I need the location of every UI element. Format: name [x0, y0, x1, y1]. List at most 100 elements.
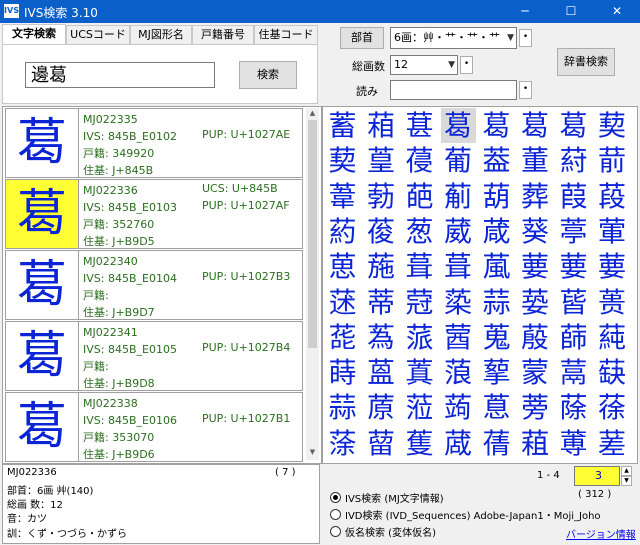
- kanji-cell[interactable]: 蒜: [325, 390, 360, 425]
- kanji-cell[interactable]: 葺: [402, 249, 437, 284]
- kanji-cell[interactable]: 蒊: [325, 320, 360, 355]
- kanji-cell[interactable]: 葜: [325, 143, 360, 178]
- kanji-cell[interactable]: 蒔: [325, 355, 360, 390]
- kanji-cell[interactable]: 蒐: [479, 320, 514, 355]
- kanji-cell[interactable]: 蒜: [479, 285, 514, 320]
- kanji-cell[interactable]: 葽: [595, 249, 630, 284]
- kanji-cell[interactable]: 蒖: [402, 355, 437, 390]
- kanji-cell[interactable]: 蒆: [518, 285, 553, 320]
- kanji-cell[interactable]: 蒍: [364, 320, 399, 355]
- kanji-cell[interactable]: 蒨: [479, 426, 514, 461]
- maximize-button[interactable]: ☐: [548, 0, 594, 23]
- kanji-cell[interactable]: 葧: [364, 179, 399, 214]
- kanji-cell[interactable]: 葢: [479, 143, 514, 178]
- list-item[interactable]: 葛 MJ022336 IVS: 845B_E0103 戸籍: 352760 住基…: [5, 179, 303, 249]
- kanji-cell[interactable]: 蒒: [556, 320, 591, 355]
- radical-button[interactable]: 部首: [340, 27, 384, 49]
- kanji-cell[interactable]: 葮: [595, 179, 630, 214]
- kanji-cell[interactable]: 葛: [440, 108, 476, 143]
- kanji-cell[interactable]: 葯: [325, 214, 360, 249]
- kanji-cell[interactable]: 蒚: [556, 355, 591, 390]
- kanji-cell[interactable]: 蒪: [556, 426, 591, 461]
- kanji-cell[interactable]: 葰: [364, 214, 399, 249]
- kanji-cell[interactable]: 葽: [556, 249, 591, 284]
- list-item[interactable]: 葛 MJ022340 IVS: 845B_E0104 戸籍: 住基: J+B9D…: [5, 250, 303, 320]
- kanji-cell[interactable]: 葠: [402, 143, 437, 178]
- kanji-cell[interactable]: 葳: [441, 214, 476, 249]
- scrollbar-thumb[interactable]: [308, 120, 317, 348]
- kanji-cell[interactable]: 葴: [479, 214, 514, 249]
- kanji-cell[interactable]: 葬: [518, 179, 553, 214]
- minimize-button[interactable]: ─: [502, 0, 548, 23]
- close-button[interactable]: ✕: [594, 0, 640, 23]
- search-input[interactable]: 邊葛: [25, 62, 215, 88]
- kanji-cell[interactable]: 葹: [364, 249, 399, 284]
- strokes-select[interactable]: 12 ▼: [390, 55, 458, 75]
- kanji-cell[interactable]: 葭: [556, 179, 591, 214]
- kanji-cell[interactable]: 葛: [556, 108, 591, 143]
- kanji-cell[interactable]: 蒞: [402, 390, 437, 425]
- mode-kana-radio[interactable]: 仮名検索 (変体仮名): [330, 524, 436, 539]
- tab-mj-glyph-name[interactable]: MJ図形名: [130, 25, 192, 44]
- list-item[interactable]: 葛 MJ022338 IVS: 845B_E0106 戸籍: 353070 住基…: [5, 392, 303, 462]
- kanji-cell[interactable]: 葙: [364, 108, 399, 143]
- kanji-cell[interactable]: 蒟: [441, 390, 476, 425]
- kanji-cell[interactable]: 葸: [325, 249, 360, 284]
- version-info-link[interactable]: バージョン情報: [566, 526, 636, 541]
- scroll-up-icon[interactable]: ▲: [307, 109, 318, 117]
- kanji-cell[interactable]: 蒛: [595, 355, 630, 390]
- strokes-clear-button[interactable]: •: [460, 56, 473, 74]
- page-up-icon[interactable]: ▲: [621, 466, 632, 476]
- kanji-cell[interactable]: 蒗: [441, 355, 476, 390]
- kanji-cell[interactable]: 葚: [402, 108, 437, 143]
- kanji-cell[interactable]: 蒅: [441, 285, 476, 320]
- kanji-cell[interactable]: 蒣: [595, 390, 630, 425]
- kanji-cell[interactable]: 葱: [402, 214, 437, 249]
- kanji-cell[interactable]: 蒝: [364, 390, 399, 425]
- kanji-cell[interactable]: 蒁: [325, 285, 360, 320]
- tab-juki-code[interactable]: 住基コード: [254, 25, 318, 44]
- dictionary-search-button[interactable]: 辞書検索: [557, 48, 615, 76]
- page-down-icon[interactable]: ▼: [621, 476, 632, 486]
- kanji-cell[interactable]: 葩: [402, 179, 437, 214]
- kanji-cell[interactable]: 葥: [595, 143, 630, 178]
- kanji-cell[interactable]: 蒉: [595, 285, 630, 320]
- kanji-cell[interactable]: 葽: [518, 249, 553, 284]
- kanji-cell[interactable]: 蒄: [402, 285, 437, 320]
- kanji-cell[interactable]: 蒏: [441, 320, 476, 355]
- kanji-cell[interactable]: 蒂: [364, 285, 399, 320]
- kanji-cell[interactable]: 蒎: [402, 320, 437, 355]
- mode-ivd-radio[interactable]: IVD検索 (IVD_Sequences) Adobe-Japan1・Moji_…: [330, 507, 601, 522]
- kanji-cell[interactable]: 葪: [441, 179, 476, 214]
- page-number-input[interactable]: 3: [574, 466, 620, 486]
- kanji-cell[interactable]: 蒕: [364, 355, 399, 390]
- tab-koseki-number[interactable]: 戸籍番号: [192, 25, 254, 44]
- search-button[interactable]: 検索: [239, 61, 297, 89]
- kanji-cell[interactable]: 蒠: [479, 390, 514, 425]
- list-item[interactable]: 葛 MJ022341 IVS: 845B_E0105 戸籍: 住基: J+B9D…: [5, 321, 303, 391]
- radical-clear-button[interactable]: •: [519, 29, 532, 47]
- kanji-cell[interactable]: 董: [518, 143, 553, 178]
- kanji-cell[interactable]: 葶: [556, 214, 591, 249]
- reading-input[interactable]: [390, 80, 517, 100]
- kanji-cell[interactable]: 葤: [556, 143, 591, 178]
- results-scrollbar[interactable]: ▲ ▼: [306, 108, 319, 460]
- kanji-cell[interactable]: 葵: [518, 214, 553, 249]
- kanji-cell[interactable]: 葡: [441, 143, 476, 178]
- kanji-cell[interactable]: 葛: [518, 108, 553, 143]
- kanji-cell[interactable]: 蒙: [518, 355, 553, 390]
- kanji-cell[interactable]: 蒘: [479, 355, 514, 390]
- kanji-cell[interactable]: 蒓: [595, 320, 630, 355]
- kanji-cell[interactable]: 葺: [441, 249, 476, 284]
- mode-ivs-radio[interactable]: IVS検索 (MJ文字情報): [330, 490, 444, 505]
- kanji-cell[interactable]: 蒩: [518, 426, 553, 461]
- kanji-cell[interactable]: 葛: [479, 108, 514, 143]
- kanji-cell[interactable]: 葟: [364, 143, 399, 178]
- kanji-cell[interactable]: 蒑: [518, 320, 553, 355]
- kanji-cell[interactable]: 葻: [479, 249, 514, 284]
- kanji-cell[interactable]: 蒫: [595, 426, 630, 461]
- kanji-cell[interactable]: 葜: [595, 108, 630, 143]
- kanji-cell[interactable]: 蒢: [556, 390, 591, 425]
- kanji-cell[interactable]: 蒤: [325, 426, 360, 461]
- kanji-cell[interactable]: 蒈: [556, 285, 591, 320]
